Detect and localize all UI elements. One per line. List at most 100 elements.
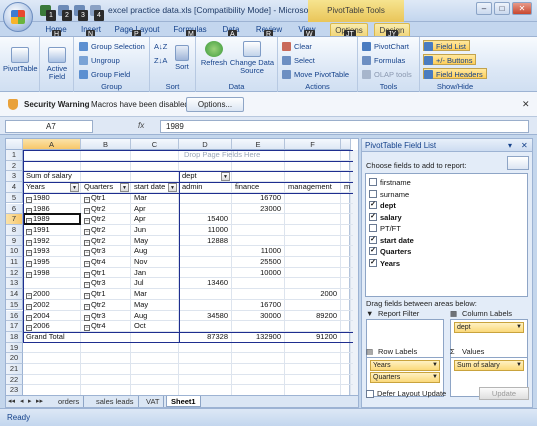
olap-tools-button[interactable]: OLAP tools <box>362 69 412 80</box>
refresh-button[interactable]: Refresh <box>199 41 229 67</box>
collapse-icon[interactable]: − <box>84 218 90 225</box>
checkbox-unchecked-icon[interactable] <box>369 189 377 198</box>
maximize-button[interactable]: □ <box>494 2 510 15</box>
row-header-13[interactable]: 13 <box>6 278 23 290</box>
checkbox-checked-icon[interactable]: ✓ <box>369 212 377 221</box>
buttons-toggle[interactable]: +/- Buttons <box>423 54 477 65</box>
pivot-row-year[interactable]: −1995 <box>24 257 80 268</box>
field-quarters[interactable]: ✓ Quarters <box>369 246 411 257</box>
collapse-icon[interactable]: − <box>26 325 32 332</box>
pivottable-button[interactable]: PivotTable <box>3 47 38 73</box>
row-header-2[interactable]: 2 <box>6 160 23 172</box>
select-button[interactable]: Select <box>282 55 315 66</box>
change-data-source-button[interactable]: Change Data Source <box>229 41 275 75</box>
sort-button[interactable]: Sort <box>170 45 194 71</box>
pivot-row-quarter[interactable]: − Qtr3 <box>82 246 130 257</box>
pivot-value-finance[interactable]: 23000 <box>233 204 284 215</box>
column-header-a[interactable]: A <box>23 139 81 150</box>
pivot-value-finance[interactable]: 30000 <box>233 311 284 322</box>
filter-dropdown-icon[interactable]: ▼ <box>221 172 230 182</box>
pivot-row-month[interactable]: Mar <box>132 289 178 300</box>
drop-page-fields-zone[interactable]: Drop Page Fields Here <box>182 150 342 161</box>
filter-dropdown-icon[interactable]: ▼ <box>168 183 177 193</box>
collapse-icon[interactable]: − <box>26 250 32 257</box>
field-surname[interactable]: surname <box>369 189 409 200</box>
pivot-row-quarter[interactable]: − Qtr2 <box>82 204 130 215</box>
collapse-icon[interactable]: − <box>84 261 90 267</box>
clear-button[interactable]: Clear <box>282 41 312 52</box>
pivot-row-month[interactable]: May <box>132 300 178 311</box>
values-chip-sum-of-salary[interactable]: Sum of salary ▼ <box>454 360 524 371</box>
row-header-9[interactable]: 9 <box>6 235 23 247</box>
collapse-icon[interactable]: − <box>84 271 90 278</box>
column-chip-dept[interactable]: dept ▼ <box>454 322 524 333</box>
move-pivottable-button[interactable]: Move PivotTable <box>282 69 349 80</box>
field-headers-toggle[interactable]: Field Headers <box>423 68 487 79</box>
next-sheet-icon[interactable]: ▸ <box>28 397 32 405</box>
pivot-row-month[interactable]: Aug <box>132 246 178 257</box>
pivot-row-year[interactable]: −1993 <box>24 246 80 257</box>
name-box[interactable]: A7 <box>5 120 93 133</box>
pivot-value-finance[interactable]: 10000 <box>233 268 284 279</box>
row-header-11[interactable]: 11 <box>6 257 23 268</box>
row-header-17[interactable]: 17 <box>6 321 23 332</box>
pivot-row-quarter[interactable]: − Qtr1 <box>82 193 130 204</box>
collapse-icon[interactable]: − <box>26 261 32 267</box>
pivot-value-admin[interactable]: 11000 <box>180 225 231 236</box>
field-list-layout-button[interactable] <box>507 156 529 170</box>
pivot-header-more[interactable]: ma <box>342 182 350 193</box>
row-header-18[interactable]: 18 <box>6 331 23 343</box>
row-header-10[interactable]: 10 <box>6 246 23 257</box>
collapse-icon[interactable]: − <box>26 239 32 246</box>
pivot-header-admin[interactable]: admin <box>180 182 231 193</box>
row-header-5[interactable]: 5 <box>6 192 23 204</box>
pivot-data-field-label[interactable]: Sum of salary <box>24 171 80 182</box>
sheet-tab-orders[interactable]: orders <box>54 396 85 407</box>
pivot-value-management[interactable]: 2000 <box>286 289 340 300</box>
row-chip-quarters[interactable]: Quarters ▼ <box>370 372 440 383</box>
collapse-icon[interactable]: − <box>84 250 90 257</box>
pivot-row-year[interactable]: −2002 <box>24 300 80 311</box>
collapse-icon[interactable]: − <box>84 293 90 300</box>
sort-az-icon[interactable]: A↓Z <box>154 41 167 52</box>
pivot-row-quarter[interactable]: − Qtr1 <box>82 289 130 300</box>
pivot-value-admin[interactable]: 12888 <box>180 236 231 247</box>
row-header-14[interactable]: 14 <box>6 289 23 300</box>
pivot-value-management[interactable]: 89200 <box>286 311 340 322</box>
pivot-row-month[interactable]: May <box>132 236 178 247</box>
collapse-icon[interactable]: − <box>84 207 90 214</box>
worksheet-grid[interactable]: A B C D E F 1 2 3 4 5 6 7 8 9 10 11 12 13 14 15 16 17 18 1… <box>5 138 359 396</box>
dropdown-arrow-icon[interactable]: ▾ <box>508 141 512 150</box>
checkbox-checked-icon[interactable]: ✓ <box>369 201 377 209</box>
collapse-icon[interactable]: − <box>84 196 90 203</box>
collapse-icon[interactable]: − <box>26 196 32 203</box>
row-header-3[interactable]: 3 <box>6 171 23 183</box>
update-button[interactable]: Update <box>479 387 529 400</box>
row-header-6[interactable]: 6 <box>6 203 23 215</box>
field-dept[interactable]: ✓ dept <box>369 200 396 211</box>
pivot-row-month[interactable]: Jul <box>132 278 178 289</box>
pivot-row-month[interactable]: Oct <box>132 321 178 332</box>
row-header-7[interactable]: 7 <box>6 214 23 225</box>
pivot-row-quarter[interactable]: − Qtr2 <box>82 214 130 225</box>
pivot-row-month[interactable]: Jan <box>132 268 178 279</box>
office-button[interactable] <box>3 2 33 32</box>
pivot-value-finance[interactable]: 16700 <box>233 300 284 311</box>
column-header-e[interactable]: E <box>232 139 285 150</box>
collapse-icon[interactable]: − <box>26 293 32 300</box>
prev-sheet-icon[interactable]: ◂ <box>20 397 24 405</box>
row-header-16[interactable]: 16 <box>6 310 23 322</box>
collapse-icon[interactable]: − <box>26 303 32 310</box>
row-header-21[interactable]: 21 <box>6 364 23 375</box>
formula-input[interactable]: 1989 <box>160 120 529 133</box>
last-sheet-icon[interactable]: ▸▸ <box>36 397 43 405</box>
checkbox-unchecked-icon[interactable] <box>369 178 377 186</box>
column-header-g[interactable] <box>341 139 351 150</box>
pivot-row-quarter[interactable]: − Qtr4 <box>82 257 130 268</box>
pivot-row-month[interactable]: Jun <box>132 225 178 236</box>
select-all-corner[interactable] <box>6 139 23 150</box>
checkbox-unchecked-icon[interactable] <box>369 224 377 232</box>
filter-dropdown-icon[interactable]: ▼ <box>70 183 79 193</box>
pivot-row-month[interactable]: Mar <box>132 193 178 204</box>
field-pt-ft[interactable]: PT/FT <box>369 223 401 234</box>
